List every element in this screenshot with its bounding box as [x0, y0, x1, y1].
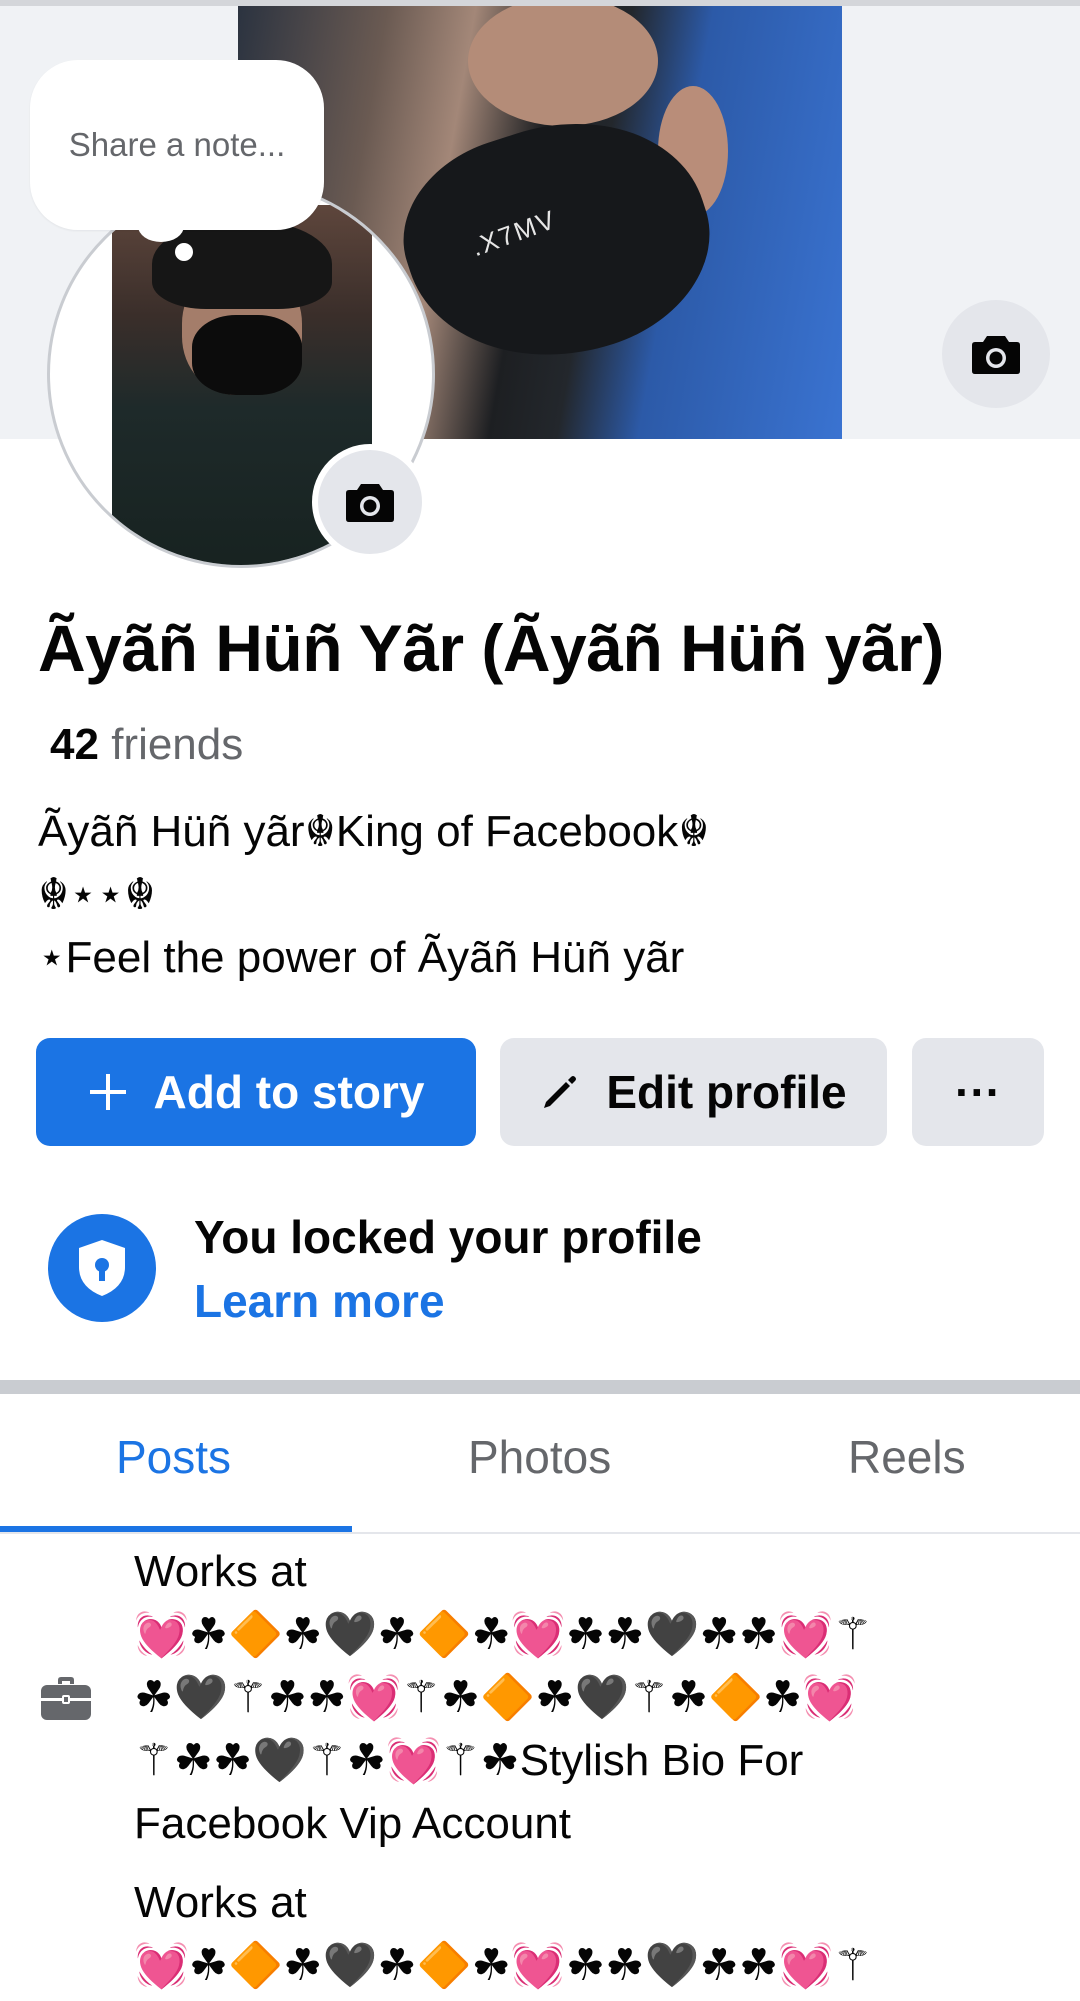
work-line: ☘🖤⚚☘☘💓⚚☘🔶☘🖤⚚☘🔶☘💓	[134, 1673, 858, 1722]
camera-icon	[972, 336, 1020, 374]
more-icon: ···	[955, 1066, 1001, 1118]
plus-icon	[88, 1072, 128, 1112]
locked-profile-title: You locked your profile	[194, 1211, 702, 1263]
tab-posts[interactable]: Posts	[116, 1430, 231, 1484]
tab-reels[interactable]: Reels	[848, 1430, 966, 1484]
bio-line: ⋆Feel the power of Ãyãñ Hüñ yãr	[38, 933, 685, 982]
bio-line: ☬⋆⋆☬	[38, 870, 156, 919]
shield-lock-icon	[48, 1214, 156, 1322]
friends-count[interactable]: 42 friends	[50, 720, 243, 770]
tabs-bottom-border	[0, 1532, 1080, 1534]
note-bubble-tail	[138, 210, 184, 242]
note-bubble-tail-dot	[175, 243, 193, 261]
work-line: Facebook Vip Account	[134, 1799, 572, 1848]
work-line: 💓☘🔶☘🖤☘🔶☘💓☘☘🖤☘☘💓⚚	[134, 1610, 873, 1659]
add-to-story-button[interactable]: Add to story	[36, 1038, 476, 1146]
work-line: Works at	[134, 1547, 307, 1596]
tab-photos[interactable]: Photos	[468, 1430, 611, 1484]
more-options-button[interactable]: ···	[912, 1038, 1044, 1146]
work-line: Works at	[134, 1878, 307, 1927]
profile-bio: Ãyãñ Hüñ yãr☬King of Facebook☬ ☬⋆⋆☬ ⋆Fee…	[38, 800, 710, 989]
work-line: 💓☘🔶☘🖤☘🔶☘💓☘☘🖤☘☘💓⚚	[134, 1941, 873, 1990]
work-line: ⚚☘☘🖤⚚☘💓⚚☘Stylish Bio For	[134, 1736, 804, 1785]
camera-icon	[346, 484, 394, 522]
share-note-bubble[interactable]: Share a note...	[30, 60, 324, 230]
note-placeholder: Share a note...	[68, 126, 286, 163]
learn-more-link[interactable]: Learn more	[194, 1274, 445, 1328]
edit-profile-picture-button[interactable]	[312, 444, 428, 560]
bio-line: Ãyãñ Hüñ yãr☬King of Facebook☬	[38, 807, 710, 856]
edit-profile-label: Edit profile	[606, 1066, 847, 1118]
profile-name: Ãyãñ Hüñ Yãr (Ãyãñ Hüñ yãr)	[38, 611, 944, 685]
briefcase-icon	[40, 1676, 92, 1724]
pencil-icon	[540, 1072, 580, 1112]
add-to-story-label: Add to story	[153, 1066, 425, 1118]
work-details: Works at 💓☘🔶☘🖤☘🔶☘💓☘☘🖤☘☘💓⚚ ☘🖤⚚☘☘💓⚚☘🔶☘🖤⚚☘🔶…	[134, 1540, 1034, 1997]
edit-profile-button[interactable]: Edit profile	[500, 1038, 887, 1146]
friends-label: friends	[111, 720, 244, 769]
section-divider	[0, 1380, 1080, 1394]
edit-cover-photo-button[interactable]	[942, 300, 1050, 408]
friends-number: 42	[50, 720, 99, 769]
